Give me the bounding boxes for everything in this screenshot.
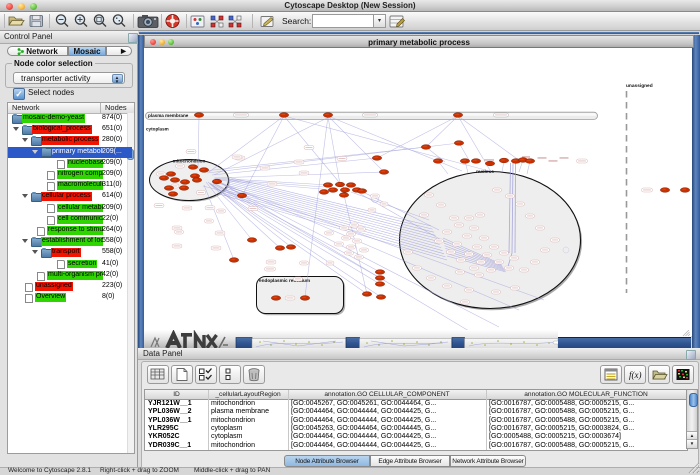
svg-text:unassigned: unassigned	[626, 83, 653, 89]
svg-text:cytoplasm: cytoplasm	[146, 127, 169, 132]
svg-text:mitochondrion: mitochondrion	[173, 158, 206, 163]
svg-text:f(x): f(x)	[629, 370, 642, 380]
svg-text:plasma membrane: plasma membrane	[148, 113, 189, 118]
